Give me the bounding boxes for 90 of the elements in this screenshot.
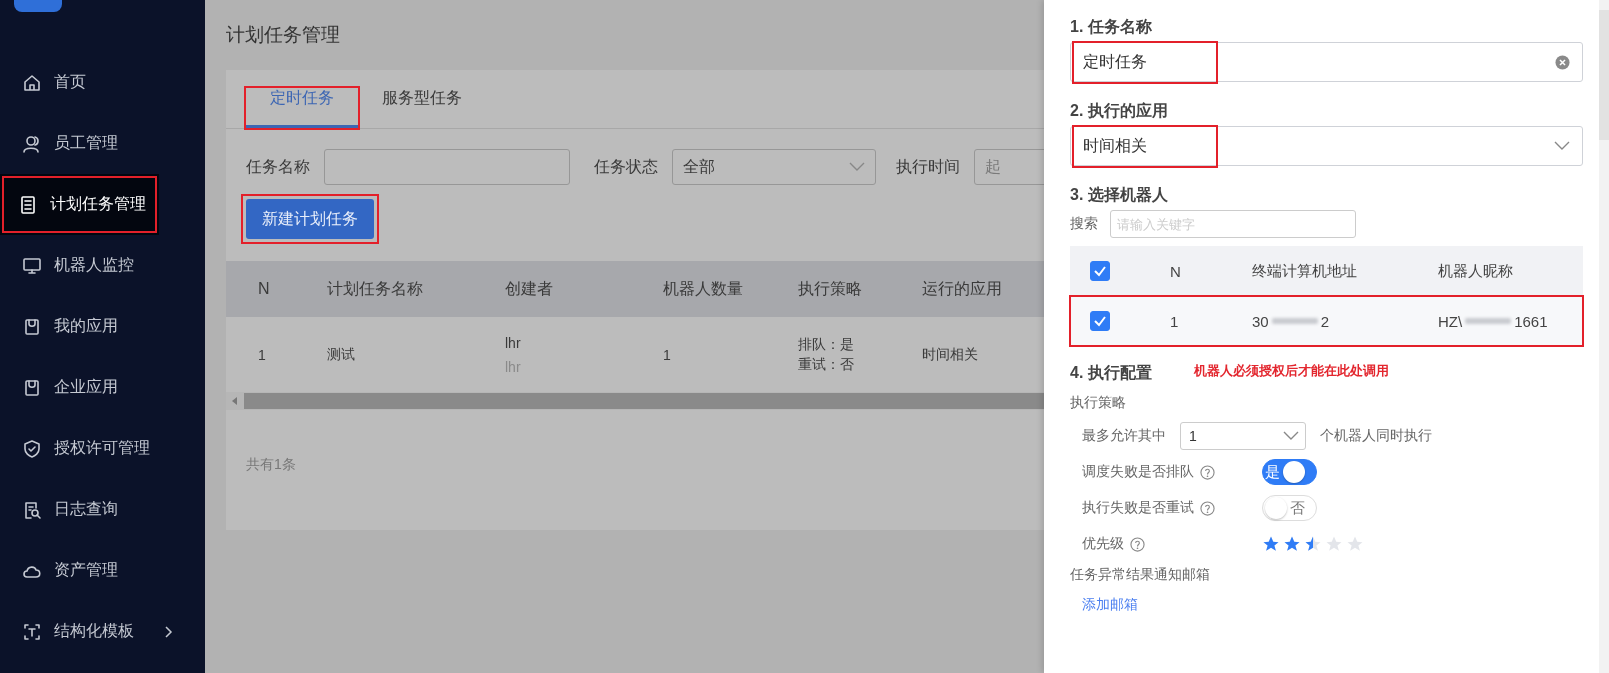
- section-title: 4. 执行配置: [1070, 362, 1152, 383]
- table-cell-text: 1: [662, 346, 672, 363]
- sidebar-item[interactable]: 计划任务管理: [0, 174, 159, 235]
- field-label: 执行策略: [1070, 394, 1126, 410]
- field-label: 个机器人同时执行: [1320, 427, 1432, 445]
- field-label: 执行失败是否重试: [1082, 499, 1194, 517]
- count-select[interactable]: 1: [1180, 422, 1306, 450]
- address-start: 30: [1252, 312, 1269, 330]
- bag-icon: [22, 377, 42, 398]
- section-title: 1. 任务名称: [1070, 16, 1152, 37]
- star-icon[interactable]: [1346, 535, 1364, 553]
- checkbox[interactable]: [1090, 261, 1110, 281]
- logo-icon: [14, 0, 62, 12]
- scroll-left-icon[interactable]: [232, 397, 238, 405]
- shield-icon: [22, 438, 42, 459]
- chevron-down-icon: [1554, 141, 1570, 151]
- star-icon[interactable]: [1304, 535, 1322, 553]
- column-header: 创建者: [504, 278, 554, 299]
- chevron-right-icon: [164, 624, 174, 639]
- column-header: N: [257, 280, 271, 298]
- star-icon[interactable]: [1325, 535, 1343, 553]
- help-icon: [1130, 536, 1145, 552]
- sidebar-item[interactable]: 日志查询: [0, 479, 205, 540]
- annotation-note: 机器人必须授权后才能在此处调用: [1193, 362, 1389, 380]
- field-label: 最多允许其中: [1082, 427, 1166, 445]
- redaction-mark: [1271, 318, 1318, 324]
- people-icon: [22, 133, 42, 154]
- column-header: 终端计算机地址: [1252, 261, 1357, 281]
- checkbox[interactable]: [1090, 311, 1110, 331]
- column-header: 执行策略: [797, 278, 863, 299]
- nickname-start: HZ\: [1438, 312, 1463, 330]
- table-cell-text: 测试: [326, 345, 356, 364]
- sidebar-item[interactable]: 员工管理: [0, 113, 205, 174]
- total-count: 共有1条: [246, 456, 296, 472]
- robot-row[interactable]: 1 30 2 HZ\ 1661: [1070, 296, 1583, 346]
- toggle-switch[interactable]: 是: [1262, 459, 1317, 485]
- field-label: 任务异常结果通知邮箱: [1070, 566, 1210, 582]
- list-icon: [18, 194, 38, 215]
- column-header: 机器人昵称: [1438, 261, 1513, 281]
- document-search-icon: [22, 499, 42, 520]
- sidebar-item[interactable]: 我的应用: [0, 296, 205, 357]
- field-label: 调度失败是否排队: [1082, 463, 1194, 481]
- column-header: N: [1170, 262, 1181, 280]
- new-task-button[interactable]: 新建计划任务: [246, 199, 374, 239]
- nickname-end: 1661: [1514, 312, 1548, 330]
- chevron-down-icon: [1283, 431, 1299, 441]
- bag-icon: [22, 316, 42, 337]
- search-label: 搜索: [1070, 215, 1098, 233]
- redaction-mark: [1465, 318, 1512, 324]
- chevron-down-icon: [849, 162, 865, 172]
- help-icon: [1200, 464, 1215, 480]
- input-field[interactable]: [324, 149, 570, 185]
- creator-name: lhr: [505, 334, 522, 351]
- sidebar-item[interactable]: 企业应用: [0, 357, 205, 418]
- table-cell-text: 时间相关: [921, 345, 979, 364]
- select-field[interactable]: 全部: [672, 149, 876, 185]
- column-header: 运行的应用: [921, 278, 1003, 299]
- table-cell-text: 1: [257, 346, 267, 363]
- task-name-field[interactable]: 定时任务: [1070, 42, 1583, 82]
- filter-label: 执行时间: [896, 156, 960, 177]
- toggle-switch[interactable]: 否: [1262, 495, 1317, 521]
- star-icon[interactable]: [1262, 535, 1280, 553]
- section-title: 3. 选择机器人: [1070, 184, 1168, 205]
- field-label: 优先级: [1082, 535, 1124, 553]
- strategy-line: 排队：是: [798, 335, 855, 354]
- column-header: 机器人数量: [662, 278, 744, 299]
- star-icon[interactable]: [1283, 535, 1301, 553]
- sidebar-item[interactable]: 资产管理: [0, 540, 205, 601]
- sidebar-item[interactable]: 结构化模板: [0, 601, 205, 662]
- check-icon: [1093, 314, 1107, 328]
- clear-icon[interactable]: [1555, 54, 1570, 70]
- add-email-link[interactable]: 添加邮箱: [1070, 596, 1583, 614]
- address-end: 2: [1320, 312, 1330, 330]
- home-icon: [22, 72, 42, 93]
- table-cell: 1: [1170, 312, 1179, 330]
- section-title: 2. 执行的应用: [1070, 100, 1168, 121]
- filter-label: 任务名称: [246, 156, 310, 177]
- filter-label: 任务状态: [594, 156, 658, 177]
- text-frame-icon: [22, 621, 42, 642]
- help-icon: [1200, 500, 1215, 516]
- monitor-icon: [22, 255, 42, 276]
- app-select-field[interactable]: 时间相关: [1070, 126, 1583, 166]
- check-icon: [1093, 264, 1107, 278]
- sidebar-item[interactable]: 首页: [0, 52, 205, 113]
- tab[interactable]: 服务型任务: [358, 88, 486, 128]
- sidebar-item[interactable]: 授权许可管理: [0, 418, 205, 479]
- page-title: 计划任务管理: [226, 23, 340, 47]
- column-header: 计划任务名称: [326, 278, 424, 299]
- sidebar-item[interactable]: 机器人监控: [0, 235, 205, 296]
- strategy-line: 重试：否: [798, 355, 855, 374]
